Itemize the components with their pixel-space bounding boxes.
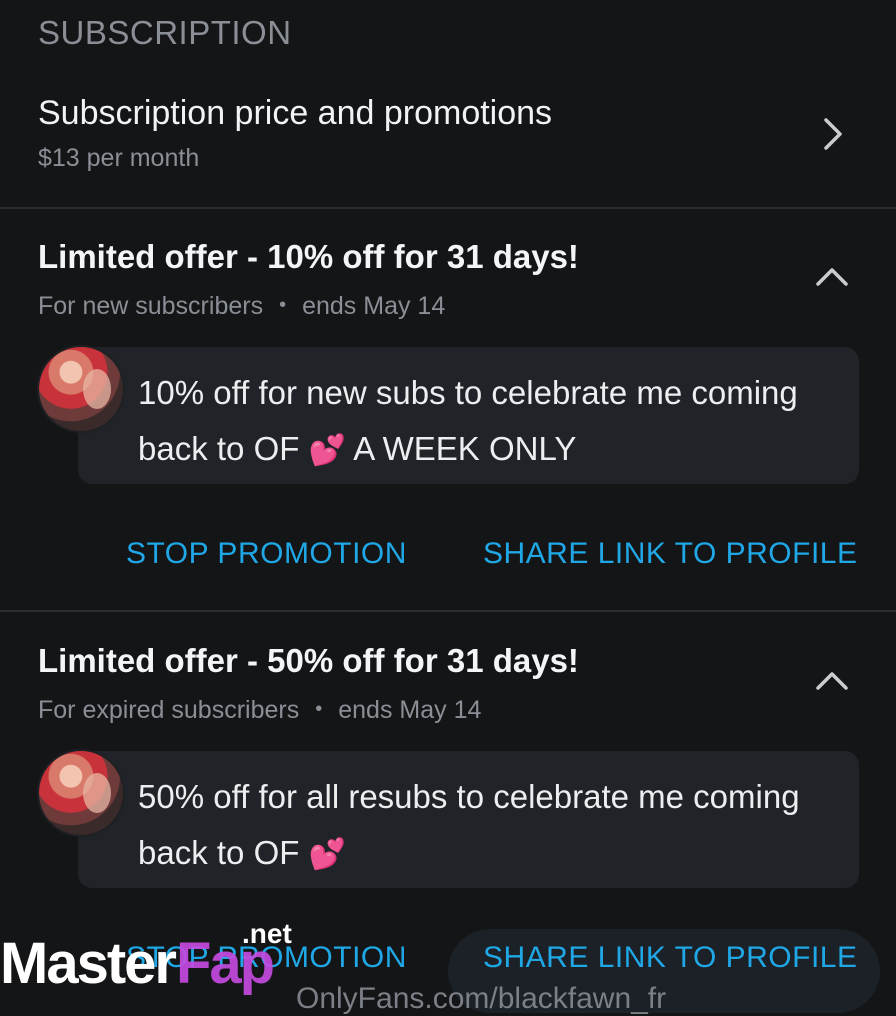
promotion-end-date: ends May 14 (338, 696, 482, 724)
divider (0, 207, 896, 209)
promotion-title: Limited offer - 10% off for 31 days! (38, 238, 579, 275)
subscription-price-row[interactable]: Subscription price and promotions $13 pe… (0, 80, 896, 208)
promotion-message: 10% off for new subs to celebrate me com… (138, 365, 838, 479)
chevron-right-icon[interactable] (812, 114, 852, 154)
promotion-end-date: ends May 14 (302, 292, 446, 320)
avatar (37, 749, 125, 837)
section-header: SUBSCRIPTION (38, 14, 292, 51)
subscription-price-value: $13 per month (38, 144, 200, 172)
avatar (37, 345, 125, 433)
watermark-master: Master (0, 931, 177, 996)
promotion-meta: For new subscribers • ends May 14 (38, 292, 445, 321)
heart-emoji-icon: 💕 (308, 838, 346, 871)
watermark-logo: Master Fap .net (0, 918, 310, 1000)
meta-separator: • (315, 698, 323, 720)
promotion-audience: For new subscribers (38, 292, 264, 320)
promotion-message-text-end: A WEEK ONLY (345, 430, 577, 467)
heart-emoji-icon: 💕 (308, 434, 346, 467)
promotion-message: 50% off for all resubs to celebrate me c… (138, 769, 838, 883)
chevron-up-icon[interactable] (812, 664, 852, 696)
meta-separator: • (279, 294, 287, 316)
promotion-message-bubble: 50% off for all resubs to celebrate me c… (78, 751, 859, 888)
promotion-audience: For expired subscribers (38, 696, 300, 724)
share-link-button[interactable]: SHARE LINK TO PROFILE (483, 941, 858, 975)
watermark-net: .net (242, 918, 292, 949)
chevron-up-icon[interactable] (812, 260, 852, 292)
promotion-message-text: 50% off for all resubs to celebrate me c… (138, 778, 800, 871)
promotion-actions: STOP PROMOTION SHARE LINK TO PROFILE (0, 537, 896, 597)
footer-profile-url: OnlyFans.com/blackfawn_fr (296, 982, 667, 1015)
stop-promotion-button[interactable]: STOP PROMOTION (126, 537, 407, 571)
promotion-message-bubble: 10% off for new subs to celebrate me com… (78, 347, 859, 484)
promotion-meta: For expired subscribers • ends May 14 (38, 696, 481, 725)
subscription-price-title: Subscription price and promotions (38, 94, 553, 132)
divider (0, 610, 896, 612)
share-link-button[interactable]: SHARE LINK TO PROFILE (483, 537, 858, 571)
promotion-title: Limited offer - 50% off for 31 days! (38, 642, 579, 679)
